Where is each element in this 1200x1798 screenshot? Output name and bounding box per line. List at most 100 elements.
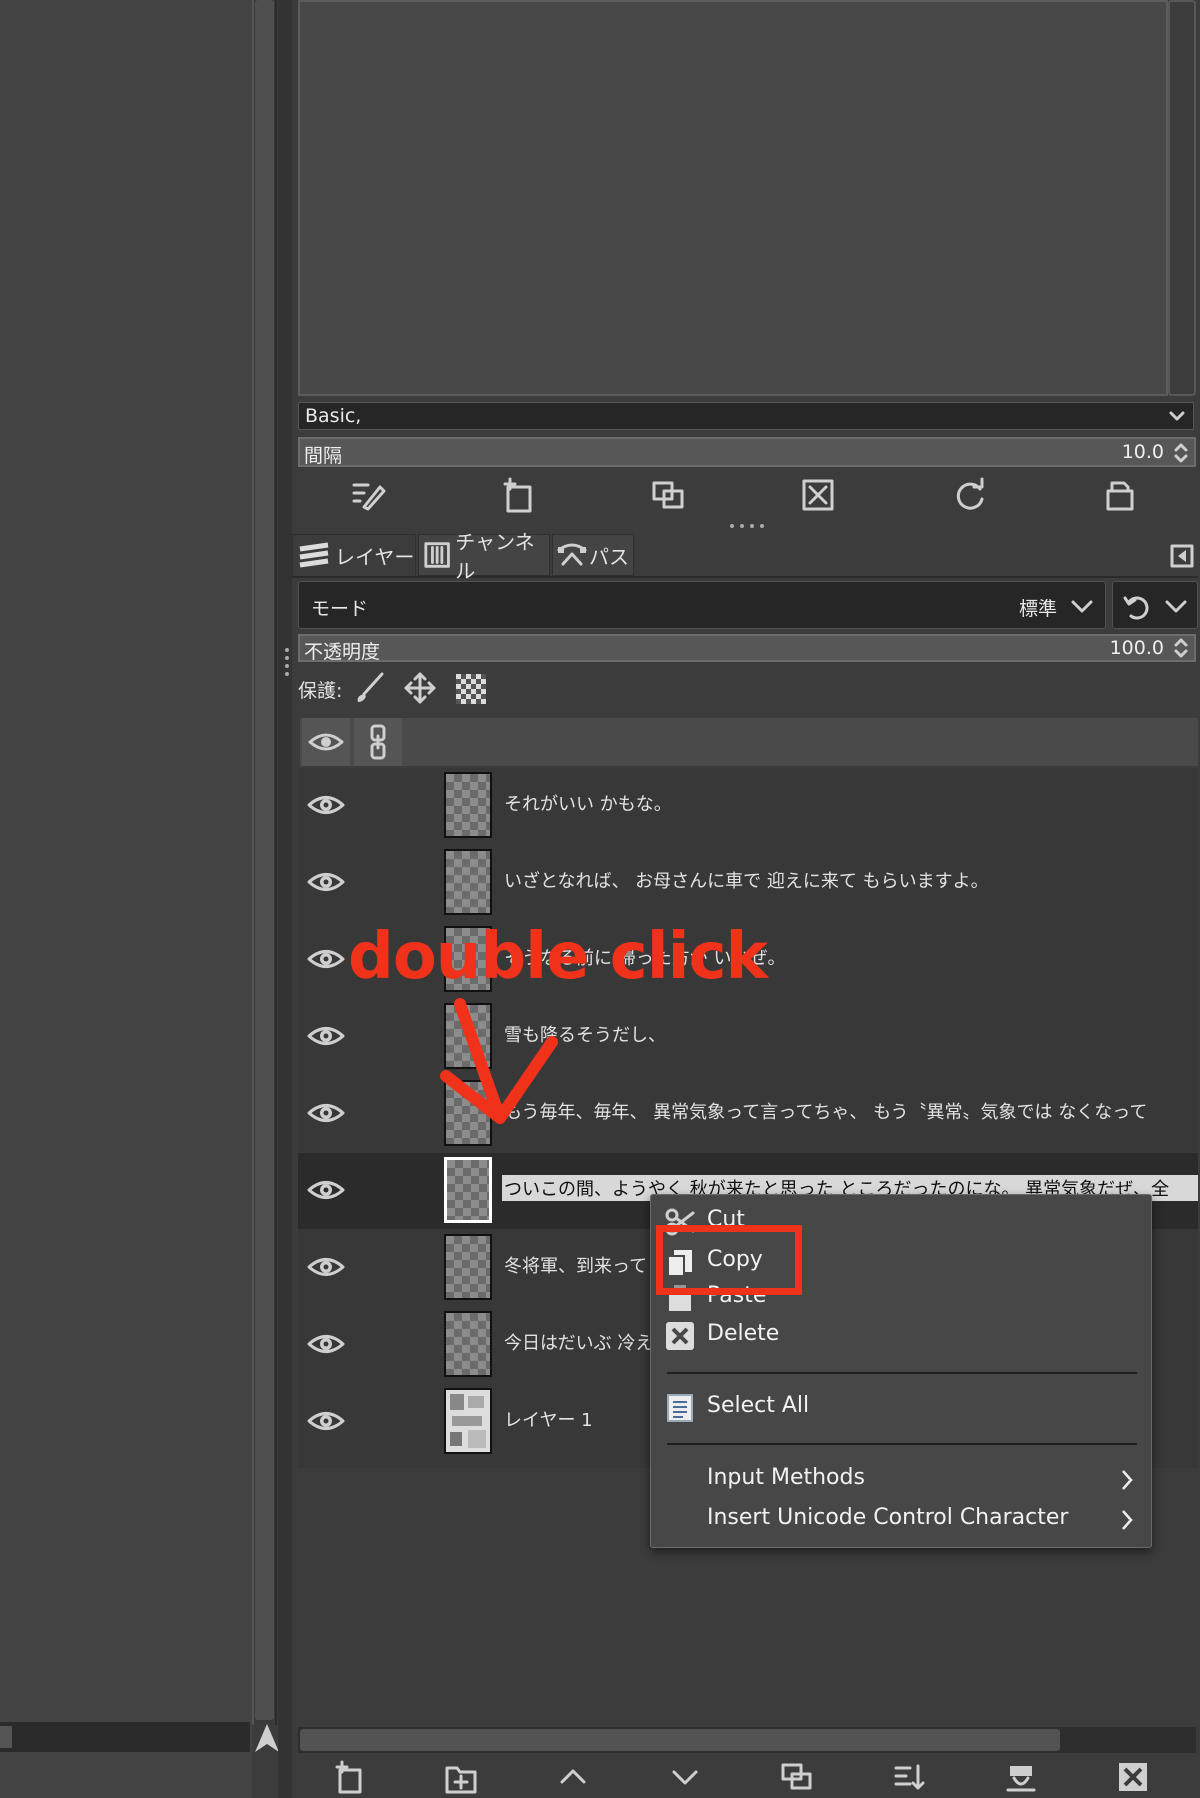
raise-layer-button[interactable] xyxy=(556,1760,590,1794)
layer-name[interactable]: 冬将軍、到来って xyxy=(504,1252,647,1278)
brush-preset-select[interactable]: Basic, xyxy=(298,402,1194,430)
delete-layer-button[interactable] xyxy=(1116,1760,1150,1794)
layer-name[interactable]: もう毎年、毎年、 異常気象って言ってちゃ、 もう〝異常〟気象では なくなって xyxy=(504,1098,1147,1124)
tab-paths[interactable]: パス xyxy=(552,534,634,576)
tab-channels-label: チャンネル xyxy=(455,530,535,583)
mode-label: モード xyxy=(311,598,369,620)
spacing-field[interactable]: 間隔 10.0 xyxy=(298,437,1196,467)
layer-thumbnail[interactable] xyxy=(444,1234,492,1300)
menu-item-insert-unicode[interactable]: Insert Unicode Control Character xyxy=(651,1501,1151,1537)
eye-icon[interactable] xyxy=(306,1098,346,1128)
delete-icon xyxy=(802,479,834,511)
eye-icon[interactable] xyxy=(306,944,346,974)
eye-icon[interactable] xyxy=(306,1329,346,1359)
new-layer-icon xyxy=(335,1760,362,1794)
layers-icon xyxy=(299,542,329,567)
annotation-text: double click xyxy=(348,920,768,994)
edit-brush-button[interactable] xyxy=(338,470,398,520)
layer-group-icon xyxy=(445,1766,477,1794)
delete-icon xyxy=(665,1321,695,1351)
channels-icon xyxy=(424,542,450,568)
layer-name[interactable]: 今日はだいぶ 冷え xyxy=(504,1329,653,1355)
duplicate-icon xyxy=(781,1763,812,1790)
annotation-highlight-box xyxy=(656,1225,802,1295)
spin-arrows-icon[interactable] xyxy=(1172,637,1190,659)
brush-preview-area[interactable] xyxy=(298,0,1168,396)
eye-icon[interactable] xyxy=(306,1406,346,1436)
chain-column-header[interactable] xyxy=(354,718,402,766)
opacity-field[interactable]: 不透明度 100.0 xyxy=(298,634,1196,663)
dock-divider[interactable] xyxy=(278,0,292,1798)
layer-row[interactable]: 雪も降るそうだし、 xyxy=(298,999,1198,1075)
layer-list-hscrollbar-thumb[interactable] xyxy=(300,1729,1060,1751)
lower-layer-button[interactable] xyxy=(668,1760,702,1794)
new-layer-button[interactable] xyxy=(332,1760,366,1794)
layer-row[interactable]: いざとなれば、 お母さんに車で 迎えに来て もらいますよ。 xyxy=(298,845,1198,921)
configure-tab-icon[interactable] xyxy=(1170,544,1194,568)
mode-reset-button[interactable] xyxy=(1112,581,1198,629)
chain-icon xyxy=(370,724,386,760)
chevron-right-icon xyxy=(1117,1467,1137,1493)
duplicate-brush-button[interactable] xyxy=(638,470,698,520)
duplicate-layer-button[interactable] xyxy=(780,1760,814,1794)
eye-icon[interactable] xyxy=(306,1021,346,1051)
layer-thumbnail[interactable] xyxy=(444,849,492,915)
layer-name[interactable]: レイヤー 1 xyxy=(504,1406,593,1432)
chevron-down-icon xyxy=(1069,594,1095,618)
tab-channels[interactable]: チャンネル xyxy=(418,530,550,583)
merge-down-icon xyxy=(894,1764,925,1790)
left-horizontal-scrollbar-thumb[interactable] xyxy=(0,1726,12,1748)
layer-row[interactable]: もう毎年、毎年、 異常気象って言ってちゃ、 もう〝異常〟気象では なくなって xyxy=(298,1076,1198,1152)
dock-tabs-bar: レイヤー チャンネル パス xyxy=(292,530,1198,583)
chevron-down-icon xyxy=(1163,594,1189,618)
left-dock-panel xyxy=(0,0,252,1798)
tab-layers[interactable]: レイヤー xyxy=(292,534,416,576)
layer-name[interactable]: いざとなれば、 お母さんに車で 迎えに来て もらいますよ。 xyxy=(504,867,989,893)
menu-item-delete[interactable]: Delete xyxy=(651,1317,1151,1353)
delete-icon xyxy=(1119,1763,1147,1791)
eye-icon[interactable] xyxy=(306,867,346,897)
tab-paths-label: パス xyxy=(589,544,629,569)
spin-arrows-icon[interactable] xyxy=(1172,441,1190,465)
eye-icon[interactable] xyxy=(306,1252,346,1282)
refresh-brushes-button[interactable] xyxy=(940,470,1000,520)
menu-item-input-methods[interactable]: Input Methods xyxy=(651,1461,1151,1497)
left-horizontal-scrollbar[interactable] xyxy=(0,1722,250,1752)
lock-label: 保護: xyxy=(298,680,343,702)
chevron-up-icon xyxy=(560,1769,586,1784)
new-brush-button[interactable] xyxy=(488,470,548,520)
layer-thumbnail-image[interactable] xyxy=(444,1388,492,1454)
lock-pixels-button[interactable] xyxy=(354,672,386,704)
layer-thumbnail[interactable] xyxy=(444,772,492,838)
open-brush-as-image-button[interactable] xyxy=(1090,470,1150,520)
duplicate-icon xyxy=(652,481,684,509)
menu-item-label: Select All xyxy=(707,1393,810,1418)
new-layer-group-button[interactable] xyxy=(444,1760,478,1794)
mode-select[interactable]: モード 標準 xyxy=(298,581,1106,629)
menu-item-label: Insert Unicode Control Character xyxy=(707,1505,1069,1530)
layer-mask-button[interactable] xyxy=(1004,1760,1038,1794)
move-icon xyxy=(404,672,436,704)
lock-alpha-icon[interactable] xyxy=(456,674,486,704)
anchor-layer-button[interactable] xyxy=(892,1760,926,1794)
spacing-label: 間隔 xyxy=(304,445,343,467)
layer-row[interactable]: それがいい かもな。 xyxy=(298,768,1198,844)
layer-name[interactable]: それがいい かもな。 xyxy=(504,790,672,816)
layer-thumbnail[interactable] xyxy=(444,1157,492,1223)
panel-separator-handle[interactable] xyxy=(728,523,768,529)
spacing-value: 10.0 xyxy=(1121,441,1164,463)
lock-position-button[interactable] xyxy=(404,672,436,704)
layer-thumbnail[interactable] xyxy=(444,1311,492,1377)
eye-icon[interactable] xyxy=(306,1175,346,1205)
visibility-column-header[interactable] xyxy=(302,718,350,766)
brush-area-scrollbar[interactable] xyxy=(1168,0,1196,396)
annotation-arrow xyxy=(440,996,580,1136)
mask-icon xyxy=(1006,1766,1036,1792)
left-scrollbar-thumb[interactable] xyxy=(255,0,274,1720)
menu-separator xyxy=(667,1443,1137,1445)
dock-resize-handle[interactable] xyxy=(284,646,290,682)
eye-icon[interactable] xyxy=(306,790,346,820)
brush-preset-value: Basic, xyxy=(305,405,362,427)
delete-brush-button[interactable] xyxy=(788,470,848,520)
menu-item-select-all[interactable]: Select All xyxy=(651,1389,1151,1425)
